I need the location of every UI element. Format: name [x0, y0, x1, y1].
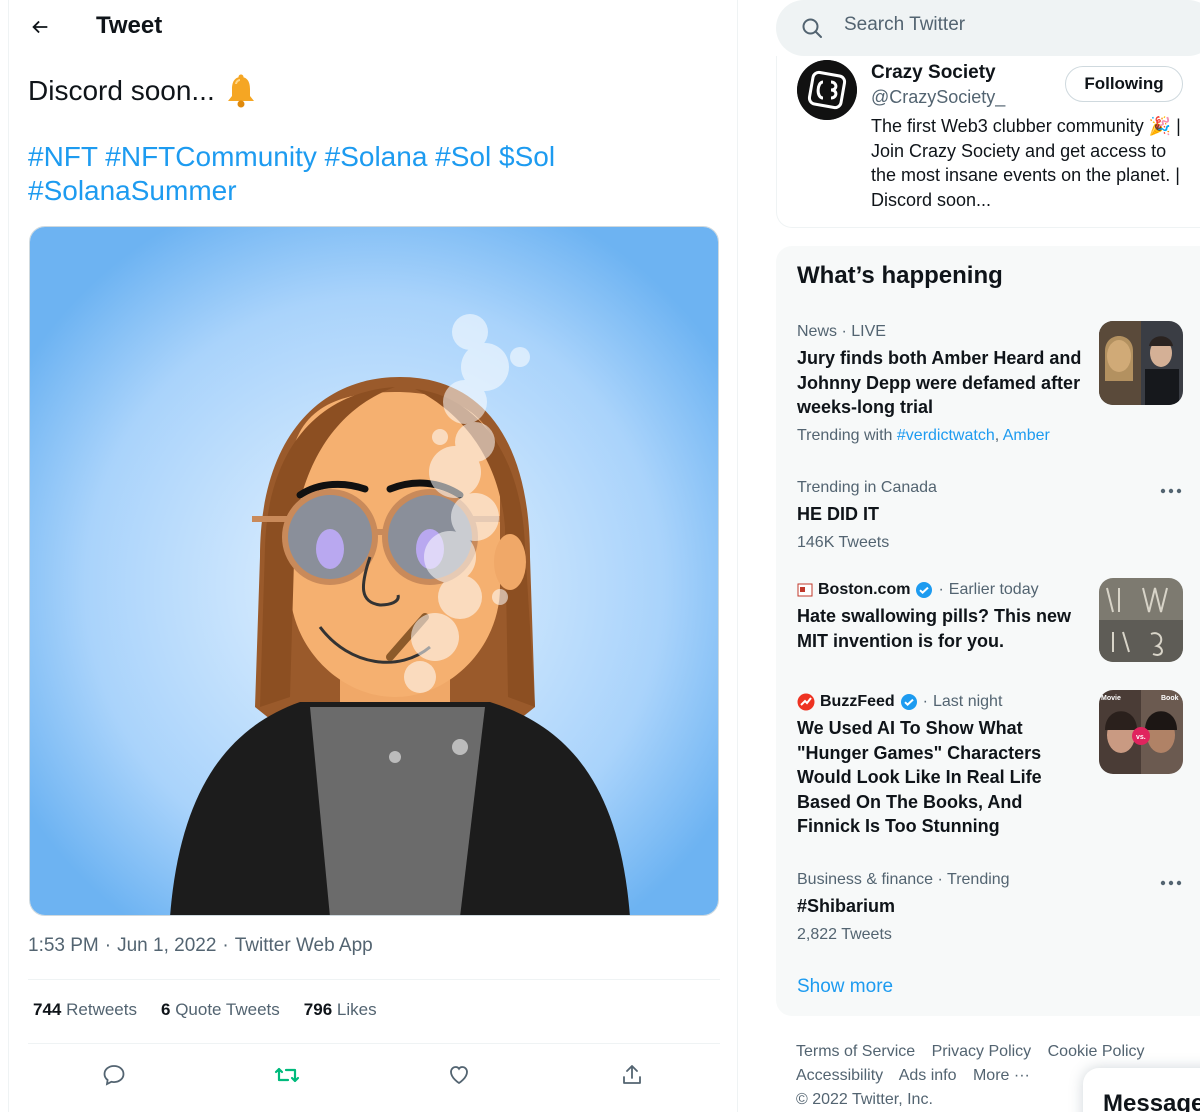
top-bar: Tweet: [0, 0, 738, 54]
trend-item[interactable]: Trending in Canada HE DID IT 146K Tweets: [797, 478, 1097, 553]
privacy-link[interactable]: Privacy Policy: [932, 1043, 1032, 1060]
trend-headline: We Used AI To Show What "Hunger Games" C…: [797, 718, 1042, 836]
meta-separator: ·: [104, 935, 112, 956]
terms-link[interactable]: Terms of Service: [796, 1043, 915, 1060]
profile-bio: The first Web3 clubber community 🎉 | Joi…: [871, 116, 1181, 210]
tweet-image[interactable]: [29, 226, 719, 916]
tweet-time[interactable]: 1:53 PM: [28, 935, 99, 957]
trend-count: 2,822 Tweets: [797, 925, 892, 943]
copyright: © 2022 Twitter, Inc.: [796, 1091, 933, 1108]
svg-text:Book: Book: [1161, 695, 1179, 702]
buzzfeed-logo-icon: [797, 693, 815, 711]
like-button[interactable]: [439, 1055, 479, 1095]
nft-portrait-illustration: [30, 227, 718, 915]
likes-stat[interactable]: 796 Likes: [304, 1000, 377, 1020]
search-input[interactable]: [844, 14, 1144, 36]
trend-item[interactable]: BuzzFeed · Last night We Used AI To Show…: [797, 692, 1097, 839]
tweet-date[interactable]: Jun 1, 2022: [117, 935, 216, 957]
tweet-text: Discord soon...: [28, 72, 257, 110]
tweet-stats: 744 Retweets 6 Quote Tweets 796 Likes: [33, 1000, 377, 1020]
cookie-link[interactable]: Cookie Policy: [1048, 1043, 1145, 1060]
trend-count: 146K Tweets: [797, 533, 890, 551]
profile-name[interactable]: Crazy Society: [871, 62, 996, 84]
accessibility-link[interactable]: Accessibility: [796, 1067, 883, 1084]
tweet-text-content: Discord soon...: [28, 75, 215, 106]
trend-headline: #Shibarium: [797, 896, 896, 916]
share-button[interactable]: [612, 1055, 652, 1095]
ads-info-link[interactable]: Ads info: [899, 1067, 957, 1084]
svg-text:Movie: Movie: [1101, 695, 1121, 702]
hunger-games-comparison-thumbnail: Movie vs. Book: [1099, 690, 1183, 774]
following-button[interactable]: Following: [1065, 66, 1183, 102]
heart-icon: [450, 1066, 468, 1085]
divider: [28, 979, 720, 980]
reply-button[interactable]: [94, 1055, 134, 1095]
page-title: Tweet: [96, 12, 163, 39]
profile-card: Crazy Society @CrazySociety_ Following T…: [776, 56, 1200, 228]
tweet-source[interactable]: Twitter Web App: [235, 935, 373, 957]
trend-item[interactable]: Boston.com · Earlier today Hate swallowi…: [797, 580, 1097, 653]
svg-text:vs.: vs.: [1136, 734, 1146, 741]
divider: [28, 1043, 720, 1044]
verified-badge-icon: [900, 694, 917, 710]
show-more-link[interactable]: Show more: [797, 976, 893, 998]
trend-context: Trending in Canada: [797, 479, 937, 496]
trend-context: Business & finance · Trending: [797, 871, 1010, 888]
trending-with: Trending with #verdictwatch, Amber: [797, 426, 1050, 444]
trend-thumbnail[interactable]: [1099, 321, 1183, 405]
trend-headline: Hate swallowing pills? This new MIT inve…: [797, 606, 1072, 651]
more-dots-icon: [1160, 488, 1182, 494]
news-photo-thumbnail: [1099, 321, 1183, 405]
trend-link[interactable]: #verdictwatch: [897, 427, 995, 444]
tweet-hashtags[interactable]: #NFT #NFTCommunity #Solana #Sol $Sol #So…: [28, 140, 628, 208]
more-dots-icon: [1160, 880, 1182, 886]
trend-headline: HE DID IT: [797, 504, 880, 524]
trend-thumbnail[interactable]: [1099, 578, 1183, 662]
trend-item[interactable]: News · LIVE Jury finds both Amber Heard …: [797, 322, 1097, 446]
back-arrow-icon: [32, 20, 48, 34]
quote-tweets-stat[interactable]: 6 Quote Tweets: [161, 1000, 280, 1020]
trend-thumbnail[interactable]: Movie vs. Book: [1099, 690, 1183, 774]
whats-happening-panel: What’s happening News · LIVE Jury finds …: [776, 246, 1200, 1016]
messages-drawer[interactable]: Messages: [1083, 1068, 1200, 1112]
column-divider: [8, 0, 9, 1112]
trend-source: Boston.com · Earlier today: [797, 580, 1097, 600]
verified-badge-icon: [916, 582, 933, 598]
retweets-stat[interactable]: 744 Retweets: [33, 1000, 137, 1020]
profile-handle[interactable]: @CrazySociety_: [871, 87, 1005, 108]
trend-link[interactable]: Amber: [1003, 427, 1050, 444]
search-icon: [802, 18, 822, 38]
meta-separator: ·: [222, 935, 229, 956]
reply-icon: [103, 1065, 125, 1086]
crazy-society-logo-icon: [797, 60, 857, 120]
section-title: What’s happening: [797, 262, 1003, 289]
retweet-icon: [274, 1067, 300, 1083]
search-bar[interactable]: [776, 0, 1200, 56]
boston-logo-icon: [797, 583, 813, 597]
trend-context: News · LIVE: [797, 323, 886, 340]
more-link[interactable]: More ···: [973, 1067, 1030, 1084]
trend-source: BuzzFeed · Last night: [797, 692, 1097, 712]
pill-photo-thumbnail: [1099, 578, 1183, 662]
bell-emoji-icon: [227, 74, 254, 108]
share-icon: [623, 1065, 641, 1084]
tweet-meta: 1:53 PM · Jun 1, 2022 · Twitter Web App: [28, 935, 373, 957]
more-options-button[interactable]: [1156, 481, 1186, 501]
trend-headline: Jury finds both Amber Heard and Johnny D…: [797, 348, 1082, 417]
back-button[interactable]: [22, 9, 58, 45]
more-options-button[interactable]: [1156, 873, 1186, 893]
tweet-actions: [28, 1055, 720, 1095]
retweet-button[interactable]: [267, 1055, 307, 1095]
main-column: Tweet Discord soon... #NFT #NFTCommunity…: [0, 0, 738, 1112]
trend-item[interactable]: Business & finance · Trending #Shibarium…: [797, 870, 1097, 945]
messages-label: Messages: [1103, 1090, 1200, 1112]
profile-avatar[interactable]: [797, 60, 857, 120]
